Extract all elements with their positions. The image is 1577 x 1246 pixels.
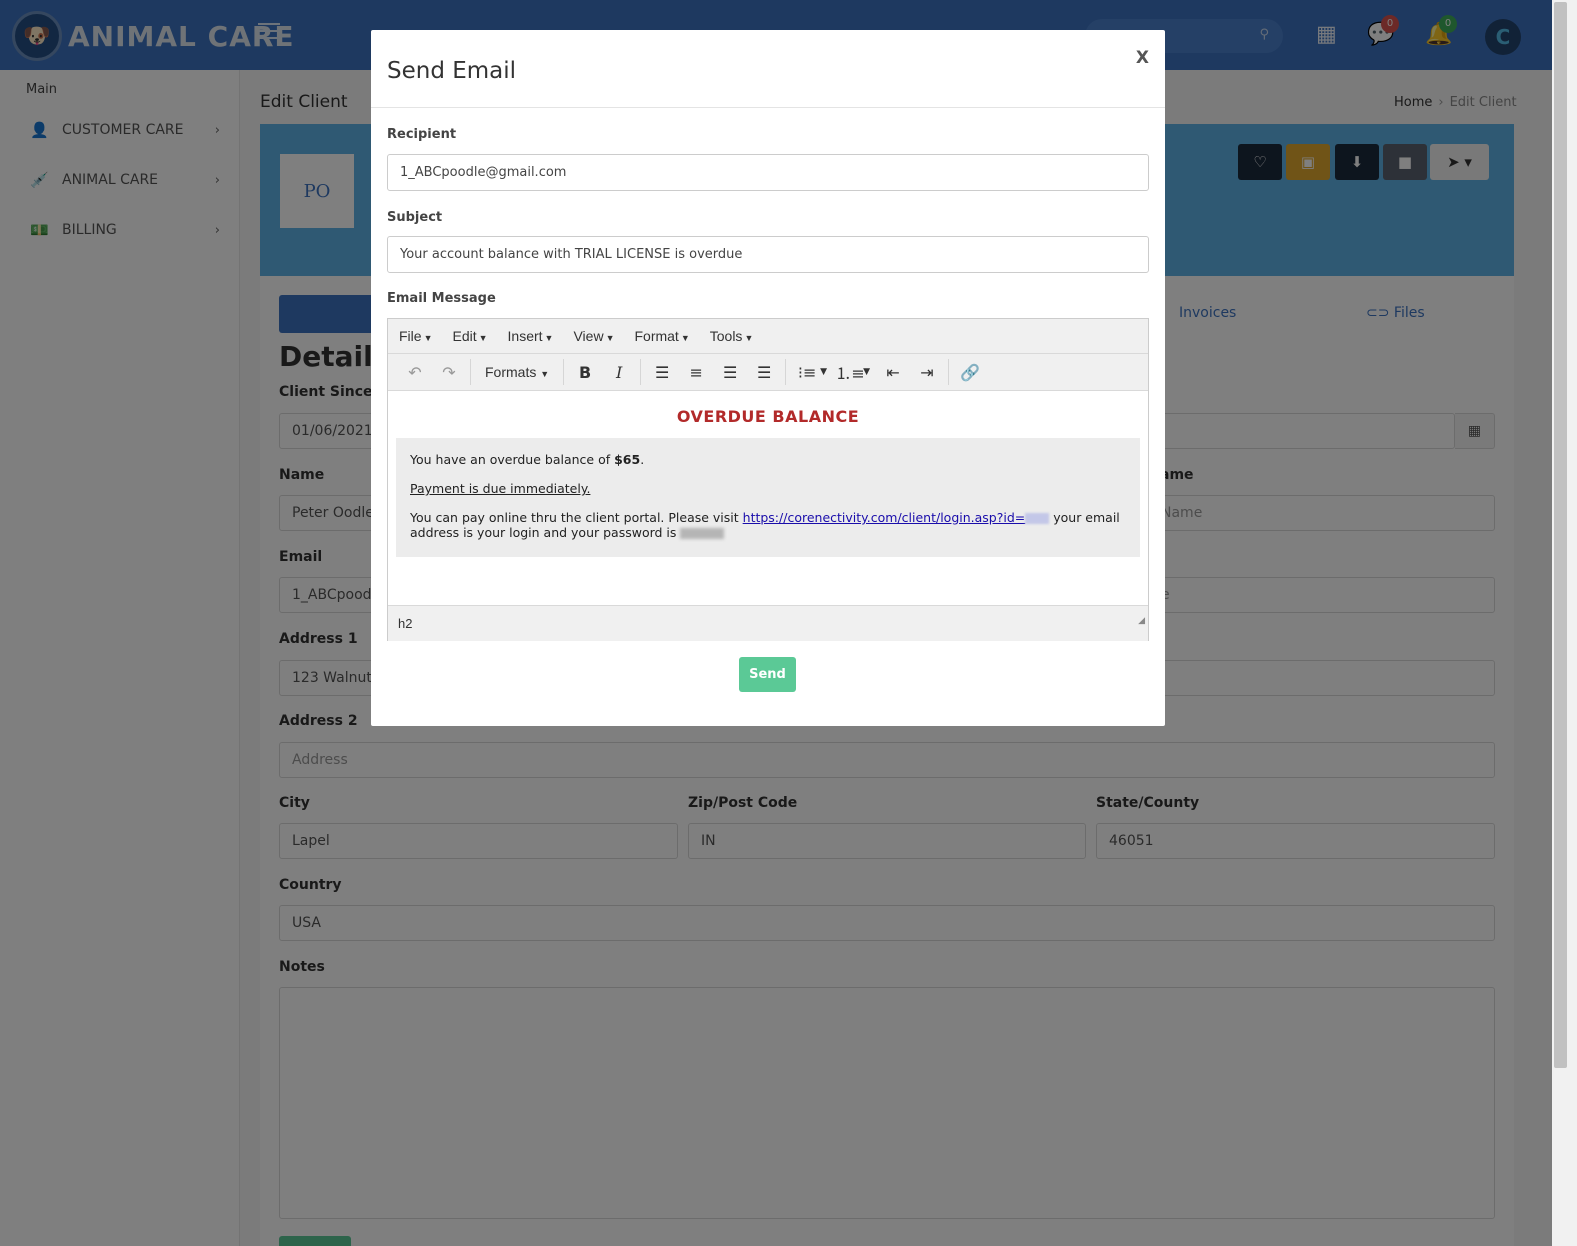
- menu-file[interactable]: File ▼: [399, 328, 432, 344]
- scrollbar-thumb[interactable]: [1554, 2, 1567, 1068]
- balance-period: .: [640, 452, 645, 467]
- balance-line: You have an overdue balance of $65.: [410, 452, 1126, 467]
- balance-amount: $65: [614, 452, 641, 467]
- caret-down-icon: ▼: [605, 333, 615, 343]
- redacted-password: [680, 528, 725, 539]
- toolbar-divider: [470, 359, 471, 385]
- overdue-heading: OVERDUE BALANCE: [676, 407, 860, 426]
- email-message-label: Email Message: [387, 291, 496, 306]
- align-center-icon[interactable]: ≡: [679, 357, 713, 387]
- modal-header: Send Email X: [371, 30, 1165, 108]
- balance-text: You have an overdue balance of: [410, 452, 615, 467]
- resize-handle-icon[interactable]: ◢: [1138, 602, 1145, 638]
- menu-label: Tools: [709, 328, 743, 344]
- menu-edit[interactable]: Edit ▼: [452, 328, 487, 344]
- editor-menubar: File ▼ Edit ▼ Insert ▼ View ▼ Format ▼ Tools ▼: [388, 319, 1148, 354]
- close-icon[interactable]: X: [1136, 48, 1149, 68]
- editor-toolbar: ↶ ↷ Formats ▼ B I ☰ ≡ ☰ ☰ ⁝≡ ▼ ⒈≡ ▼ ⇤ ⇥ …: [388, 354, 1148, 391]
- menu-label: Insert: [507, 328, 543, 344]
- toolbar-divider: [640, 359, 642, 385]
- portal-link[interactable]: https://corenectivity.com/client/login.a…: [743, 510, 1026, 525]
- align-right-icon[interactable]: ☰: [713, 357, 747, 387]
- menu-insert[interactable]: Insert ▼: [508, 328, 554, 344]
- redacted-id: [1025, 513, 1050, 524]
- menu-label: Edit: [452, 328, 477, 344]
- caret-down-icon[interactable]: ▼: [863, 367, 870, 377]
- menu-format[interactable]: Format ▼: [634, 328, 689, 344]
- bullet-list-icon[interactable]: ⁝≡: [790, 357, 824, 387]
- editor-content[interactable]: OVERDUE BALANCE You have an overdue bala…: [388, 391, 1148, 605]
- toolbar-divider: [563, 359, 565, 385]
- link-icon[interactable]: 🔗: [953, 357, 987, 387]
- toolbar-divider: [948, 359, 949, 385]
- undo-icon[interactable]: ↶: [398, 357, 432, 387]
- message-body: You have an overdue balance of $65. Paym…: [396, 438, 1140, 557]
- due-text: Payment is due immediately.: [410, 481, 591, 496]
- align-left-icon[interactable]: ☰: [645, 357, 679, 387]
- editor-statusbar: h2 ◢: [388, 605, 1148, 641]
- caret-down-icon: ▼: [423, 333, 433, 343]
- caret-down-icon[interactable]: ▼: [820, 367, 827, 377]
- outdent-icon[interactable]: ⇤: [876, 357, 910, 387]
- element-path[interactable]: h2: [398, 616, 412, 631]
- send-button[interactable]: Send: [739, 657, 796, 692]
- align-justify-icon[interactable]: ☰: [747, 357, 781, 387]
- portal-line: You can pay online thru the client porta…: [410, 510, 1126, 540]
- caret-down-icon: ▼: [478, 333, 488, 343]
- recipient-label: Recipient: [387, 127, 457, 142]
- redo-icon[interactable]: ↷: [432, 357, 466, 387]
- due-line: Payment is due immediately.: [410, 481, 1126, 496]
- caret-down-icon: ▼: [680, 333, 690, 343]
- recipient-field[interactable]: 1_ABCpoodle@gmail.com: [387, 154, 1149, 191]
- formats-dropdown[interactable]: Formats ▼: [475, 364, 559, 380]
- rich-text-editor: File ▼ Edit ▼ Insert ▼ View ▼ Format ▼ Tools ▼…: [387, 318, 1149, 641]
- modal-title: Send Email: [387, 58, 517, 84]
- numbered-list-icon[interactable]: ⒈≡: [833, 357, 867, 387]
- indent-icon[interactable]: ⇥: [910, 357, 944, 387]
- caret-down-icon: ▼: [744, 333, 754, 343]
- page-scrollbar[interactable]: [1552, 0, 1577, 1246]
- menu-label: File: [399, 328, 422, 344]
- caret-down-icon: ▼: [540, 369, 550, 379]
- menu-label: View: [573, 328, 604, 344]
- menu-view[interactable]: View ▼: [573, 328, 614, 344]
- portal-text: You can pay online thru the client porta…: [410, 510, 743, 525]
- send-email-modal: Send Email X Recipient 1_ABCpoodle@gmail…: [371, 30, 1165, 726]
- menu-label: Format: [634, 328, 679, 344]
- formats-label: Formats: [485, 364, 537, 380]
- toolbar-divider: [785, 359, 787, 385]
- subject-label: Subject: [387, 210, 443, 225]
- menu-tools[interactable]: Tools ▼: [710, 328, 754, 344]
- italic-icon[interactable]: I: [602, 357, 636, 387]
- subject-field[interactable]: Your account balance with TRIAL LICENSE …: [387, 236, 1149, 273]
- caret-down-icon: ▼: [544, 333, 554, 343]
- bold-icon[interactable]: B: [568, 357, 602, 387]
